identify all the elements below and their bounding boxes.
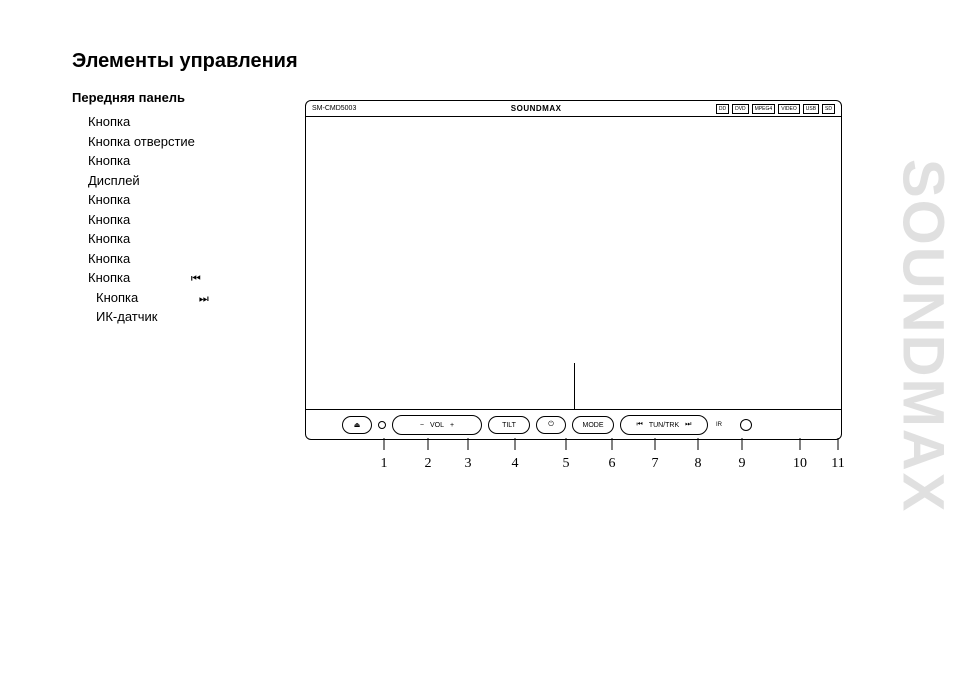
eject-icon: ⏏: [354, 421, 361, 429]
callout-tick: [612, 438, 613, 450]
ir-label: IR: [716, 422, 722, 428]
device-control-bar: ⏏ − VOL + TILT ⏻ MODE ⏮ TUN/TRK ⏭ IR: [306, 409, 841, 440]
device-badges: DD DVD MPEG4 VIDEO USB SD: [716, 104, 835, 114]
callout-number: 5: [563, 456, 570, 472]
tilt-button: TILT: [488, 416, 530, 434]
callout-number: 1: [381, 456, 388, 472]
tuntrk-group: ⏮ TUN/TRK ⏭: [620, 415, 708, 435]
callout-number: 6: [609, 456, 616, 472]
callout-number: 7: [652, 456, 659, 472]
reset-hole: [378, 421, 386, 429]
power-icon: ⏻: [548, 421, 554, 429]
device-model: SM-CMD5003: [312, 105, 356, 112]
callout-line: [574, 363, 575, 409]
badge: DD: [716, 104, 729, 114]
callout-number: 2: [425, 456, 432, 472]
callout-number: 10: [793, 456, 807, 472]
list-item: Кнопка ⏭: [88, 288, 212, 308]
next-icon: ⏭: [685, 421, 691, 429]
device-diagram: SM-CMD5003 SOUNDMAX DD DVD MPEG4 VIDEO U…: [305, 100, 842, 440]
vol-plus-icon: +: [450, 422, 454, 429]
control-inner: ⏏ − VOL + TILT ⏻ MODE ⏮ TUN/TRK ⏭ IR: [342, 414, 805, 436]
vol-label: VOL: [430, 422, 444, 429]
callout-tick: [742, 438, 743, 450]
list-item: Дисплей: [88, 171, 212, 191]
list-item: ИК-датчик: [88, 307, 212, 327]
list-item: Кнопка отверстие: [88, 132, 212, 152]
callout-number: 4: [512, 456, 519, 472]
list-item: Кнопка: [88, 210, 212, 230]
device-header: SM-CMD5003 SOUNDMAX DD DVD MPEG4 VIDEO U…: [306, 101, 841, 117]
list-item: Кнопка: [88, 151, 212, 171]
list-item: Кнопка ⏮: [88, 268, 212, 288]
callout-number: 11: [831, 456, 844, 472]
power-button: ⏻: [536, 416, 566, 434]
callout-number: 3: [465, 456, 472, 472]
section-subtitle: Передняя панель: [72, 90, 185, 105]
device-screen: [306, 117, 841, 409]
page-title: Элементы управления: [72, 50, 298, 73]
device-brand: SOUNDMAX: [511, 104, 562, 113]
callout-tick: [468, 438, 469, 450]
list-item: Кнопка: [88, 190, 212, 210]
list-item: Кнопка: [88, 112, 212, 132]
callout-tick: [384, 438, 385, 450]
callout-tick: [655, 438, 656, 450]
callout-tick: [428, 438, 429, 450]
prev-icon: ⏮: [637, 421, 643, 429]
list-item: Кнопка: [88, 229, 212, 249]
tuntrk-label: TUN/TRK: [649, 422, 679, 429]
prev-track-icon: ⏮: [188, 271, 204, 288]
callout-tick: [800, 438, 801, 450]
vol-minus-icon: −: [420, 422, 424, 429]
callout-tick: [698, 438, 699, 450]
controls-list: Кнопка Кнопка отверстие Кнопка Дисплей К…: [88, 112, 212, 327]
list-item: Кнопка: [88, 249, 212, 269]
callout-number: 9: [739, 456, 746, 472]
volume-group: − VOL +: [392, 415, 482, 435]
ir-sensor: [740, 419, 752, 431]
badge: MPEG4: [752, 104, 776, 114]
callout-numbers: 1234567891011: [305, 444, 840, 484]
page: SOUNDMAX Элементы управления Передняя па…: [0, 0, 954, 673]
callout-tick: [515, 438, 516, 450]
badge: SD: [822, 104, 835, 114]
badge: DVD: [732, 104, 749, 114]
callout-tick: [838, 438, 839, 450]
brand-vertical: SOUNDMAX: [892, 0, 954, 673]
next-track-icon: ⏭: [196, 291, 212, 308]
list-item-label: Кнопка: [88, 270, 130, 285]
mode-button: MODE: [572, 416, 614, 434]
badge: USB: [803, 104, 819, 114]
eject-button: ⏏: [342, 416, 372, 434]
callout-tick: [566, 438, 567, 450]
badge: VIDEO: [778, 104, 800, 114]
callout-number: 8: [695, 456, 702, 472]
brand-vertical-text: SOUNDMAX: [890, 159, 954, 513]
list-item-label: Кнопка: [96, 290, 138, 305]
